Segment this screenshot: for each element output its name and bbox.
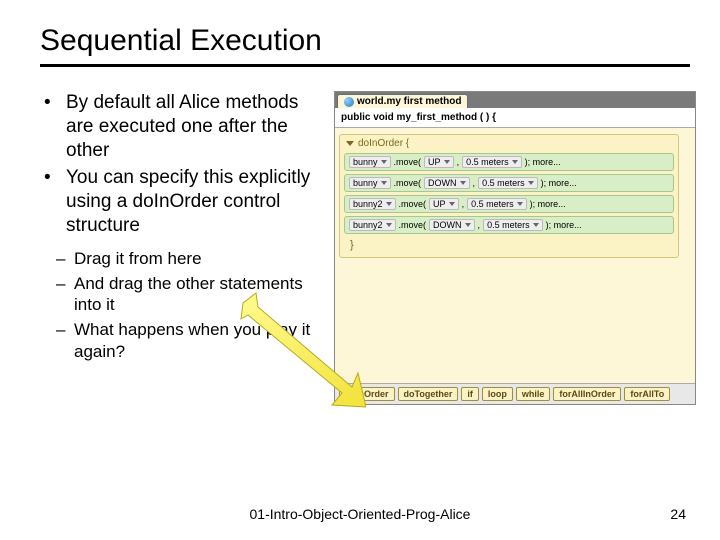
alice-editor: world.my first method public void my_fir…: [334, 91, 696, 405]
sub-bullet-item: What happens when you play it again?: [54, 319, 320, 362]
stmt-tail: ); more...: [541, 178, 577, 188]
do-in-order-header[interactable]: doInOrder {: [344, 137, 674, 150]
object-chip[interactable]: bunny2: [349, 198, 396, 210]
chevron-down-icon: [465, 223, 471, 227]
arg-chip[interactable]: 0.5 meters: [478, 177, 538, 189]
chevron-down-icon: [517, 202, 523, 206]
arg-chip[interactable]: 0.5 meters: [483, 219, 543, 231]
statement-row[interactable]: bunny .move( UP , 0.5 meters ); more...: [344, 153, 674, 171]
palette-for-all-together[interactable]: forAllTo: [624, 387, 670, 401]
bullet-column: By default all Alice methods are execute…: [40, 91, 320, 405]
palette-do-together[interactable]: doTogether: [398, 387, 459, 401]
chevron-down-icon: [386, 223, 392, 227]
method-name: .move(: [394, 157, 422, 167]
method-body[interactable]: doInOrder { bunny .move( UP , 0.5 meters…: [335, 128, 695, 404]
palette-for-all-in-order[interactable]: forAllInOrder: [553, 387, 621, 401]
tab-bar: world.my first method: [335, 92, 695, 108]
chevron-down-icon: [533, 223, 539, 227]
method-tab[interactable]: world.my first method: [337, 94, 468, 108]
method-name: .move(: [399, 199, 427, 209]
palette-if[interactable]: if: [461, 387, 479, 401]
method-name: .move(: [399, 220, 427, 230]
method-name: .move(: [394, 178, 422, 188]
object-chip[interactable]: bunny: [349, 177, 391, 189]
arg-chip[interactable]: UP: [424, 156, 454, 168]
bullet-item: By default all Alice methods are execute…: [40, 91, 320, 162]
stmt-tail: ); more...: [546, 220, 582, 230]
chevron-down-icon: [512, 160, 518, 164]
bullet-list: By default all Alice methods are execute…: [40, 91, 320, 238]
object-chip[interactable]: bunny: [349, 156, 391, 168]
chevron-down-icon: [381, 160, 387, 164]
collapse-icon: [346, 141, 354, 146]
arg-chip[interactable]: 0.5 meters: [462, 156, 522, 168]
do-in-order-label: doInOrder {: [358, 138, 409, 149]
object-chip[interactable]: bunny2: [349, 219, 396, 231]
tab-label: world.my first method: [357, 96, 461, 107]
statement-row[interactable]: bunny2 .move( DOWN , 0.5 meters ); more.…: [344, 216, 674, 234]
do-in-order-block[interactable]: doInOrder { bunny .move( UP , 0.5 meters…: [339, 134, 679, 258]
statement-row[interactable]: bunny .move( DOWN , 0.5 meters ); more..…: [344, 174, 674, 192]
arg-chip[interactable]: DOWN: [429, 219, 475, 231]
chevron-down-icon: [386, 202, 392, 206]
palette-while[interactable]: while: [516, 387, 551, 401]
slide: Sequential Execution By default all Alic…: [0, 0, 720, 540]
stmt-tail: ); more...: [530, 199, 566, 209]
chevron-down-icon: [449, 202, 455, 206]
page-number: 24: [670, 506, 686, 522]
arg-chip[interactable]: DOWN: [424, 177, 470, 189]
palette-loop[interactable]: loop: [482, 387, 513, 401]
slide-footer: 01-Intro-Object-Oriented-Prog-Alice: [0, 506, 720, 522]
control-palette: doInOrder doTogether if loop while forAl…: [335, 383, 695, 404]
bullet-item: You can specify this explicitly using a …: [40, 166, 320, 237]
screenshot-column: world.my first method public void my_fir…: [334, 91, 690, 405]
method-signature: public void my_first_method ( ) {: [335, 108, 695, 128]
chevron-down-icon: [460, 181, 466, 185]
statement-row[interactable]: bunny2 .move( UP , 0.5 meters ); more...: [344, 195, 674, 213]
close-brace: }: [344, 237, 674, 253]
slide-title: Sequential Execution: [40, 24, 690, 60]
chevron-down-icon: [381, 181, 387, 185]
chevron-down-icon: [444, 160, 450, 164]
sub-bullet-item: And drag the other statements into it: [54, 273, 320, 316]
palette-do-in-order[interactable]: doInOrder: [339, 387, 395, 401]
sub-bullet-list: Drag it from here And drag the other sta…: [54, 248, 320, 362]
arg-chip[interactable]: 0.5 meters: [467, 198, 527, 210]
world-icon: [344, 97, 354, 107]
content-row: By default all Alice methods are execute…: [40, 91, 690, 405]
chevron-down-icon: [528, 181, 534, 185]
title-underline: [40, 64, 690, 67]
stmt-tail: ); more...: [525, 157, 561, 167]
sub-bullet-item: Drag it from here: [54, 248, 320, 269]
arg-chip[interactable]: UP: [429, 198, 459, 210]
